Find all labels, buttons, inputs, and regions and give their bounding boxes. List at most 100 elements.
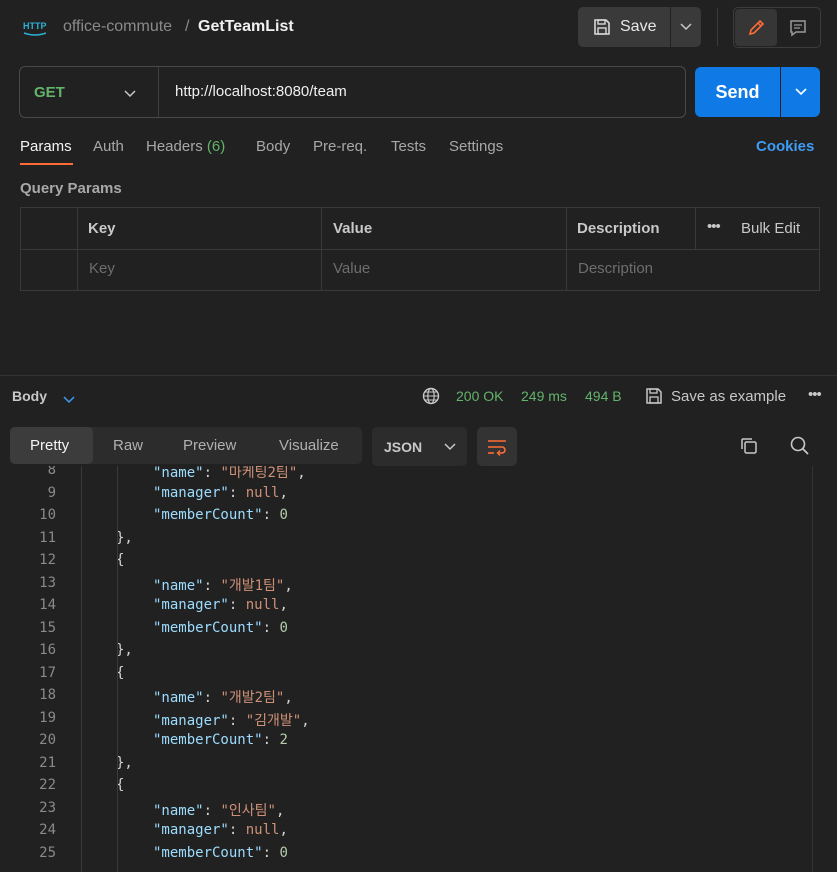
- search-icon[interactable]: [789, 435, 811, 462]
- code-content: "memberCount": 0: [153, 844, 288, 861]
- code-content: "memberCount": 0: [153, 507, 288, 523]
- method-select[interactable]: GET: [34, 84, 65, 101]
- code-line: 24 "manager": null,: [0, 822, 837, 844]
- comments-button[interactable]: [778, 9, 818, 46]
- tab-raw[interactable]: Raw: [113, 437, 143, 454]
- wrap-icon: [488, 439, 506, 456]
- line-number: 8: [47, 466, 56, 478]
- column-header-key: Key: [88, 220, 116, 237]
- save-options-button[interactable]: [671, 7, 701, 47]
- code-content: },: [116, 642, 133, 658]
- save-as-example-button[interactable]: Save as example: [671, 388, 786, 405]
- response-divider[interactable]: [0, 375, 837, 376]
- tab-params[interactable]: Params: [20, 138, 72, 155]
- svg-text:HTTP: HTTP: [23, 21, 47, 31]
- tab-prereq[interactable]: Pre-req.: [313, 138, 367, 155]
- chevron-down-icon: [444, 442, 456, 450]
- tab-visualize[interactable]: Visualize: [279, 437, 339, 454]
- code-content: "manager": null,: [153, 484, 288, 501]
- comment-icon: [790, 19, 806, 36]
- code-line: 13 "name": "개발1팀",: [0, 575, 837, 597]
- code-line: 23 "name": "인사팀",: [0, 800, 837, 822]
- send-options-button[interactable]: [781, 67, 820, 117]
- tab-preview[interactable]: Preview: [183, 437, 236, 454]
- tab-headers[interactable]: Headers (6): [146, 138, 225, 155]
- chevron-down-icon[interactable]: [63, 391, 75, 409]
- copy-icon[interactable]: [739, 436, 759, 461]
- active-tab-indicator: [20, 163, 73, 165]
- column-header-value: Value: [333, 220, 373, 237]
- line-number: 9: [47, 484, 56, 501]
- response-body-editor[interactable]: 8 "name": "마케팅2팀", 9 "manager": null, 10 "mem…: [0, 466, 837, 872]
- table-row-divider: [21, 249, 819, 250]
- line-number: 16: [39, 642, 56, 658]
- line-number: 23: [39, 799, 56, 816]
- line-number: 12: [39, 552, 56, 568]
- chevron-down-icon: [794, 88, 807, 96]
- code-line: 19 "manager": "김개발",: [0, 710, 837, 732]
- response-body-label[interactable]: Body: [12, 388, 47, 404]
- divider: [717, 8, 718, 46]
- code-content: "memberCount": 2: [153, 732, 288, 748]
- wrap-lines-button[interactable]: [477, 427, 517, 466]
- tab-tests[interactable]: Tests: [391, 138, 426, 155]
- param-description-input[interactable]: Description: [578, 260, 653, 277]
- code-line: 17{: [0, 665, 837, 687]
- divider: [158, 67, 159, 117]
- param-key-input[interactable]: Key: [89, 260, 115, 277]
- more-options-icon[interactable]: •••: [707, 218, 721, 235]
- save-icon[interactable]: [644, 386, 664, 411]
- cookies-link[interactable]: Cookies: [756, 138, 814, 155]
- code-line: 25 "memberCount": 0: [0, 845, 837, 867]
- tab-settings[interactable]: Settings: [449, 138, 503, 155]
- code-content: },: [116, 529, 133, 546]
- send-button[interactable]: Send: [695, 67, 780, 117]
- code-content: "name": "개발2팀",: [153, 690, 293, 706]
- tab-headers-label: Headers: [146, 138, 203, 155]
- tab-auth[interactable]: Auth: [93, 138, 124, 155]
- code-line: 20 "memberCount": 2: [0, 732, 837, 754]
- code-line: 11},: [0, 530, 837, 552]
- chevron-down-icon[interactable]: [123, 86, 137, 104]
- more-options-icon[interactable]: •••: [808, 386, 822, 403]
- indent-guide: [117, 466, 118, 872]
- bulk-edit-button[interactable]: Bulk Edit: [741, 220, 800, 237]
- url-input[interactable]: http://localhost:8080/team: [175, 83, 347, 100]
- response-time[interactable]: 249 ms: [521, 388, 567, 404]
- http-request-icon: HTTP: [22, 16, 48, 38]
- response-size[interactable]: 494 B: [585, 388, 622, 404]
- scrollbar[interactable]: [812, 466, 813, 872]
- code-line: 15 "memberCount": 0: [0, 620, 837, 642]
- tab-pretty[interactable]: Pretty: [30, 437, 69, 454]
- status-code[interactable]: 200 OK: [456, 388, 503, 404]
- code-line: 16},: [0, 642, 837, 664]
- tab-body[interactable]: Body: [256, 138, 290, 155]
- breadcrumb-collection[interactable]: office-commute: [63, 18, 172, 36]
- format-label: JSON: [384, 438, 423, 455]
- page-title[interactable]: GetTeamList: [198, 18, 294, 36]
- line-number: 10: [39, 507, 56, 523]
- globe-icon[interactable]: [422, 387, 440, 410]
- query-params-title: Query Params: [20, 180, 122, 197]
- line-number: 15: [39, 619, 56, 636]
- format-select[interactable]: JSON: [372, 427, 467, 466]
- column-divider: [566, 208, 567, 290]
- code-content: "name": "개발1팀",: [153, 577, 293, 594]
- code-content: "name": "인사팀",: [153, 802, 285, 819]
- line-number: 25: [39, 844, 56, 861]
- indent-guide: [81, 466, 82, 872]
- code-line: 22{: [0, 777, 837, 799]
- edit-mode-button[interactable]: [735, 9, 777, 46]
- breadcrumb-separator: /: [185, 18, 190, 35]
- column-divider: [695, 208, 696, 249]
- pencil-icon: [748, 19, 765, 35]
- param-value-input[interactable]: Value: [333, 260, 370, 277]
- code-content: "memberCount": 0: [153, 619, 288, 636]
- line-number: 17: [39, 664, 56, 681]
- code-line: 18 "name": "개발2팀",: [0, 687, 837, 709]
- code-content: "manager": null,: [153, 822, 288, 838]
- code-content: "manager": null,: [153, 597, 288, 613]
- save-button[interactable]: Save: [578, 7, 670, 47]
- code-content: "name": "마케팅2팀",: [153, 466, 306, 481]
- save-label: Save: [620, 18, 657, 35]
